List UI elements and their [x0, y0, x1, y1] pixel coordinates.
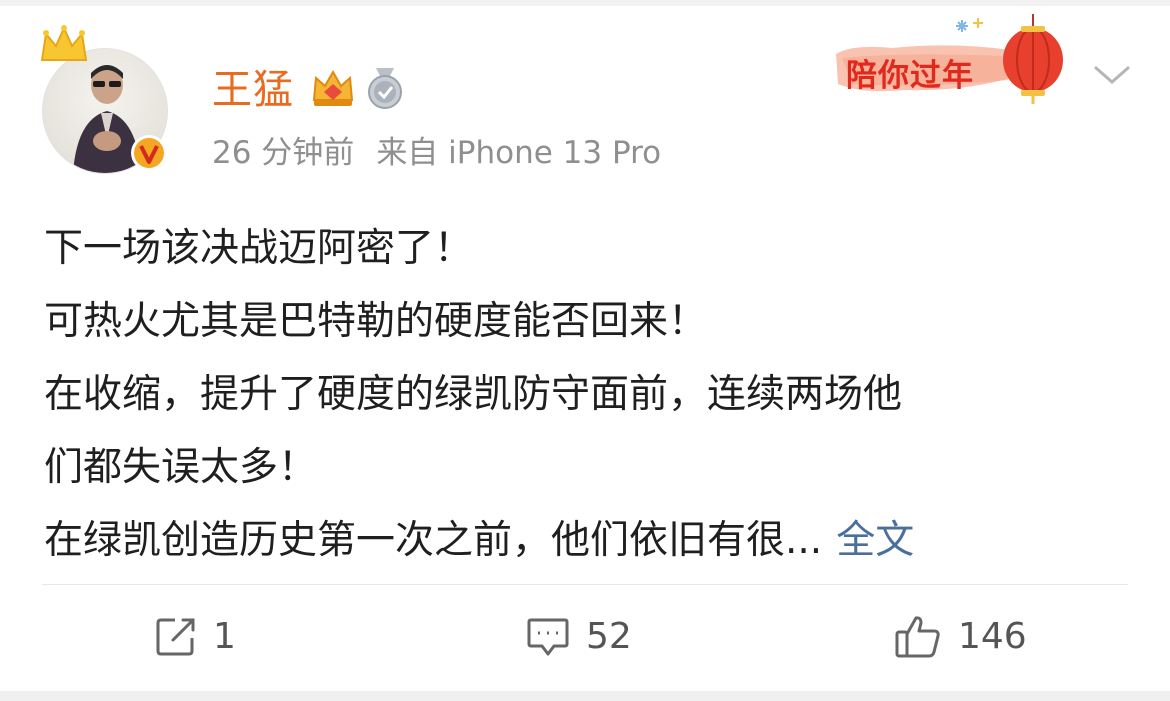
banner-text: 陪你过年 [846, 58, 974, 94]
post-line: 可热火尤其是巴特勒的硬度能否回来！ [44, 299, 708, 344]
like-button[interactable]: 146 [894, 612, 1027, 662]
bottom-separator [0, 691, 1170, 701]
post-line-last: 在绿凯创造历史第一次之前，他们依旧有很... 全文 [44, 504, 1134, 577]
like-thumb-icon [895, 616, 940, 658]
vip-crown-icon[interactable] [310, 66, 356, 110]
chevron-down-icon[interactable] [1092, 62, 1132, 88]
post-source[interactable]: 来自 iPhone 13 Pro [376, 135, 661, 171]
crown-icon [40, 25, 88, 61]
holiday-banner[interactable]: 陪你过年 [832, 14, 1082, 106]
post-line: 在收缩，提升了硬度的绿凯防守面前，连续两场他 [44, 372, 903, 417]
verified-v-icon [131, 135, 167, 171]
repost-button[interactable]: 1 [155, 612, 236, 662]
repost-count: 1 [213, 616, 236, 657]
top-separator [0, 0, 1170, 6]
comment-button[interactable]: 52 [526, 612, 632, 662]
comment-icon [527, 618, 569, 656]
post-line: 下一场该决战迈阿密了！ [44, 226, 474, 271]
repost-icon [156, 618, 195, 656]
post-meta: 26 分钟前 来自 iPhone 13 Pro [212, 134, 661, 172]
post-line: 在绿凯创造历史第一次之前，他们依旧有很... [44, 518, 823, 563]
post-content: 下一场该决战迈阿密了！ 可热火尤其是巴特勒的硬度能否回来！ 在收缩，提升了硬度的… [44, 212, 1134, 577]
comment-count: 52 [586, 616, 632, 657]
post-time: 26 分钟前 [212, 135, 355, 171]
medal-icon[interactable] [364, 66, 406, 110]
read-more-link[interactable]: 全文 [836, 518, 914, 563]
author-name[interactable]: 王猛 [212, 66, 294, 114]
like-count: 146 [958, 616, 1027, 657]
divider [42, 584, 1128, 585]
post-line: 们都失误太多！ [44, 445, 318, 490]
author-avatar[interactable] [38, 24, 180, 176]
